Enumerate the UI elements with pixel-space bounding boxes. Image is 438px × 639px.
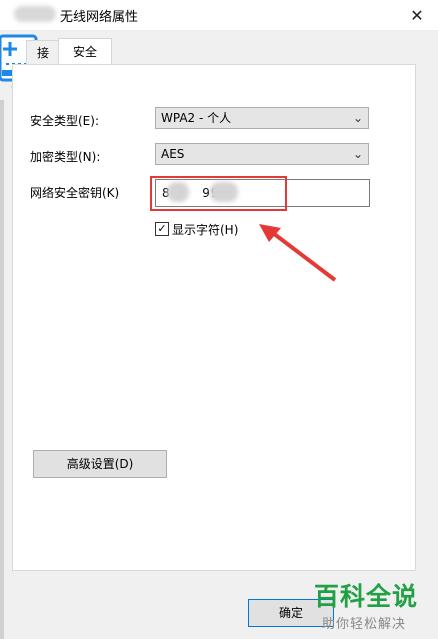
tab-strip: 接 安全 — [0, 30, 438, 66]
show-characters-checkbox[interactable]: ✓ — [155, 222, 169, 236]
security-panel — [12, 64, 416, 571]
window-title: 无线网络属性 — [60, 10, 139, 25]
chevron-down-icon: ⌄ — [352, 147, 363, 161]
watermark-subtitle: 助你轻松解决 — [322, 617, 407, 632]
window-edge — [0, 100, 4, 639]
annotation-arrow-icon — [259, 224, 337, 282]
security-type-select[interactable]: WPA2 - 个人 ⌄ — [155, 107, 369, 129]
encryption-type-label: 加密类型(N): — [30, 150, 101, 164]
watermark-title: 百科全说 — [314, 582, 419, 611]
blurred-network-name — [14, 6, 56, 22]
chevron-down-icon: ⌄ — [352, 111, 363, 125]
show-characters-label: 显示字符(H) — [172, 223, 239, 237]
tab-connection[interactable]: 接 — [26, 40, 60, 65]
close-icon[interactable]: ✕ — [405, 4, 429, 26]
security-type-label: 安全类型(E): — [30, 114, 99, 128]
network-key-label: 网络安全密钥(K) — [30, 186, 120, 200]
tab-security[interactable]: 安全 — [58, 38, 112, 66]
encryption-type-value: AES — [161, 147, 185, 161]
advanced-settings-button[interactable]: 高级设置(D) — [33, 450, 167, 478]
encryption-type-select[interactable]: AES ⌄ — [155, 143, 369, 165]
security-type-value: WPA2 - 个人 — [161, 111, 232, 125]
annotation-highlight-box — [150, 176, 287, 211]
watermark: 百科全说 助你轻松解决 — [306, 577, 430, 632]
